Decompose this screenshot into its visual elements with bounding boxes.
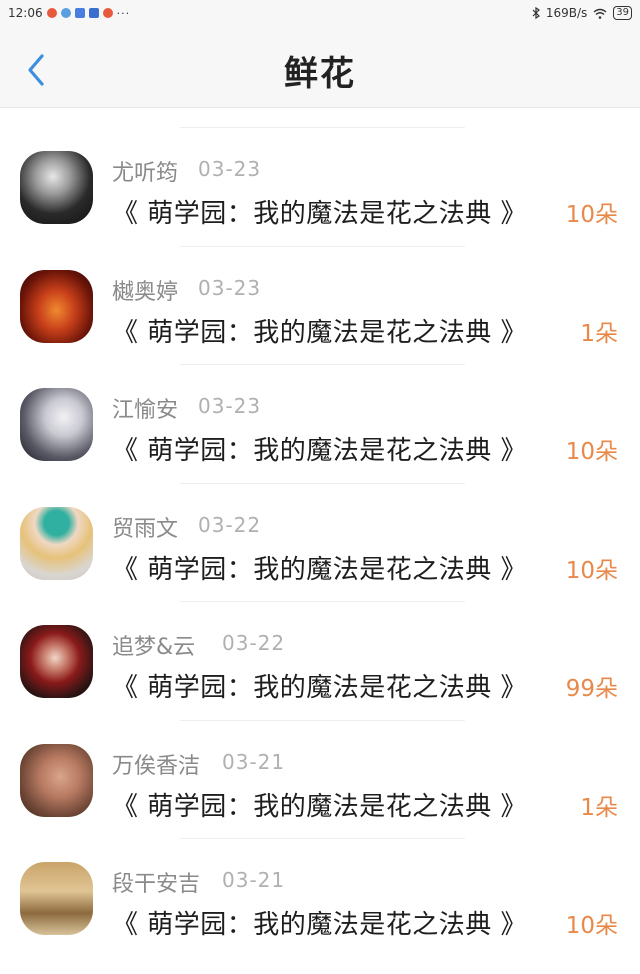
sender-name: 樾奥婷 xyxy=(112,279,179,305)
avatar[interactable] xyxy=(20,269,93,343)
flower-amount: 10朵 xyxy=(565,557,618,584)
battery-indicator: 39 xyxy=(613,6,632,20)
status-bar: 12:06 ··· 169B/s 39 xyxy=(0,0,640,26)
gift-date: 03-22 xyxy=(198,512,262,537)
book-title: 《 萌学园：我的魔法是花之法典 》 xyxy=(112,436,528,466)
list-item[interactable]: 樾奥婷 03-23 《 萌学园：我的魔法是花之法典 》 1朵 xyxy=(0,227,640,348)
book-title: 《 萌学园：我的魔法是花之法典 》 xyxy=(112,910,528,940)
weibo-icon-2 xyxy=(102,8,113,18)
divider xyxy=(180,719,465,721)
gift-date: 03-21 xyxy=(222,749,286,774)
cloud-icon xyxy=(60,8,71,18)
app-notification-icon xyxy=(74,8,85,18)
book-title: 《 萌学园：我的魔法是花之法典 》 xyxy=(112,317,528,348)
gift-date: 03-21 xyxy=(222,868,286,892)
gift-date: 03-23 xyxy=(198,157,262,181)
flower-amount: 1朵 xyxy=(580,794,618,821)
app-notification-icon-2 xyxy=(88,8,99,18)
flower-gift-list: 尤听筠 03-23 《 萌学园：我的魔法是花之法典 》 10朵 樾奥婷 03-2… xyxy=(0,108,640,940)
book-title: 《 萌学园：我的魔法是花之法典 》 xyxy=(112,791,528,822)
flower-amount: 10朵 xyxy=(565,202,618,228)
flower-amount: 1朵 xyxy=(580,320,618,347)
list-item[interactable]: 贸雨文 03-22 《 萌学园：我的魔法是花之法典 》 10朵 xyxy=(0,464,640,585)
wifi-icon xyxy=(593,8,607,19)
avatar[interactable] xyxy=(20,743,93,817)
list-item[interactable]: 尤听筠 03-23 《 萌学园：我的魔法是花之法典 》 10朵 xyxy=(0,108,640,229)
sender-name: 追梦&云 xyxy=(112,635,196,660)
avatar[interactable] xyxy=(20,151,93,224)
gift-date: 03-23 xyxy=(198,394,262,418)
sender-name: 贸雨文 xyxy=(112,516,179,542)
sender-name: 尤听筠 xyxy=(112,161,179,186)
avatar[interactable] xyxy=(20,862,93,935)
bluetooth-icon xyxy=(532,7,540,19)
avatar[interactable] xyxy=(20,388,93,461)
status-time: 12:06 xyxy=(8,6,43,20)
divider xyxy=(180,838,465,839)
flower-amount: 10朵 xyxy=(565,913,618,939)
list-item[interactable]: 万俟香洁 03-21 《 萌学园：我的魔法是花之法典 》 1朵 xyxy=(0,701,640,822)
flower-amount: 99朵 xyxy=(565,676,618,702)
avatar[interactable] xyxy=(20,625,93,698)
flower-amount: 10朵 xyxy=(565,439,618,465)
divider xyxy=(180,482,465,484)
sender-name: 段干安吉 xyxy=(112,872,201,897)
divider xyxy=(180,127,465,128)
sender-name: 江愉安 xyxy=(112,398,179,423)
list-item[interactable]: 段干安吉 03-21 《 萌学园：我的魔法是花之法典 》 10朵 xyxy=(0,819,640,940)
book-title: 《 萌学园：我的魔法是花之法典 》 xyxy=(112,199,528,229)
book-title: 《 萌学园：我的魔法是花之法典 》 xyxy=(112,554,528,585)
divider xyxy=(180,601,465,602)
sender-name: 万俟香洁 xyxy=(112,753,201,779)
divider xyxy=(180,245,465,247)
book-title: 《 萌学园：我的魔法是花之法典 》 xyxy=(112,673,528,703)
weibo-icon xyxy=(46,8,57,18)
more-notifications-icon: ··· xyxy=(116,6,131,20)
network-speed: 169B/s xyxy=(545,6,588,20)
gift-date: 03-22 xyxy=(222,631,286,655)
gift-date: 03-23 xyxy=(198,275,262,300)
divider xyxy=(180,364,465,365)
page-title: 鲜花 xyxy=(284,54,356,94)
avatar[interactable] xyxy=(20,506,93,580)
top-nav-bar: 鲜花 xyxy=(0,26,640,108)
list-item[interactable]: 江愉安 03-23 《 萌学园：我的魔法是花之法典 》 10朵 xyxy=(0,345,640,466)
list-item[interactable]: 追梦&云 03-22 《 萌学园：我的魔法是花之法典 》 99朵 xyxy=(0,582,640,703)
